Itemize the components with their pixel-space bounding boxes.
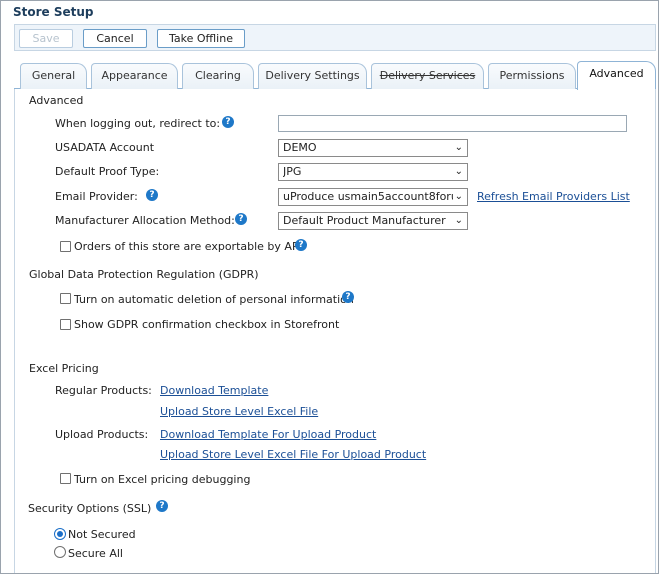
regular-download-template-link[interactable]: Download Template [160,384,268,397]
manufacturer-allocation-label: Manufacturer Allocation Method: [55,214,235,227]
tab-delivery-services[interactable]: Delivery Services [371,63,484,89]
tab-delivery-settings[interactable]: Delivery Settings [258,63,367,89]
not-secured-label: Not Secured [68,528,136,541]
exportable-by-api-checkbox[interactable] [60,241,71,252]
gdpr-confirmation-checkbox[interactable] [60,319,71,330]
manufacturer-allocation-select[interactable]: Default Product Manufacturer ⌄ [278,212,468,230]
chevron-down-icon: ⌄ [454,142,463,153]
auto-delete-checkbox[interactable] [60,293,71,304]
excel-pricing-heading: Excel Pricing [29,362,99,375]
logout-redirect-input[interactable] [278,115,627,132]
toolbar: Save Cancel Take Offline [14,24,656,51]
upload-download-template-link[interactable]: Download Template For Upload Product [160,428,376,441]
upload-upload-excel-link[interactable]: Upload Store Level Excel File For Upload… [160,448,426,461]
chevron-down-icon: ⌄ [454,166,463,177]
take-offline-button[interactable]: Take Offline [157,29,245,48]
store-setup-window: Store Setup Save Cancel Take Offline Gen… [0,0,659,574]
gdpr-heading: Global Data Protection Regulation (GDPR) [29,268,259,281]
tab-clearing[interactable]: Clearing [182,63,254,89]
usadata-select[interactable]: DEMO ⌄ [278,139,468,157]
chevron-down-icon: ⌄ [454,215,463,226]
email-provider-label: Email Provider: [55,190,138,203]
usadata-label: USADATA Account [55,141,155,154]
advanced-heading: Advanced [29,94,84,107]
regular-upload-excel-link[interactable]: Upload Store Level Excel File [160,405,318,418]
logout-redirect-label: When logging out, redirect to: [55,117,221,130]
chevron-down-icon: ⌄ [454,191,463,202]
tab-general[interactable]: General [20,63,87,89]
excel-debugging-label: Turn on Excel pricing debugging [74,473,251,486]
tab-advanced[interactable]: Advanced [577,61,656,90]
refresh-email-providers-link[interactable]: Refresh Email Providers List [477,190,630,203]
secure-all-radio[interactable] [54,546,66,558]
proof-type-select[interactable]: JPG ⌄ [278,163,468,181]
tab-appearance[interactable]: Appearance [91,63,178,89]
security-heading: Security Options (SSL) [28,502,152,515]
not-secured-radio[interactable] [54,528,66,540]
regular-products-label: Regular Products: [55,384,152,397]
email-provider-select[interactable]: uProduce usmain5account8foru ⌄ [278,188,468,206]
tab-permissions[interactable]: Permissions [488,63,576,89]
save-button[interactable]: Save [19,29,73,48]
help-icon[interactable]: ? [235,213,247,225]
auto-delete-label: Turn on automatic deletion of personal i… [74,293,354,306]
secure-all-label: Secure All [68,547,123,560]
exportable-by-api-label: Orders of this store are exportable by A… [74,240,302,253]
help-icon[interactable]: ? [342,291,354,303]
help-icon[interactable]: ? [222,116,234,128]
tab-strip: General Appearance Clearing Delivery Set… [14,61,656,90]
cancel-button[interactable]: Cancel [83,29,147,48]
window-title: Store Setup [13,5,94,19]
help-icon[interactable]: ? [146,189,158,201]
help-icon[interactable]: ? [156,500,168,512]
gdpr-confirmation-label: Show GDPR confirmation checkbox in Store… [74,318,340,331]
excel-debugging-checkbox[interactable] [60,473,71,484]
proof-type-label: Default Proof Type: [55,165,160,178]
advanced-panel [14,89,656,573]
upload-products-label: Upload Products: [55,428,149,441]
help-icon[interactable]: ? [295,239,307,251]
